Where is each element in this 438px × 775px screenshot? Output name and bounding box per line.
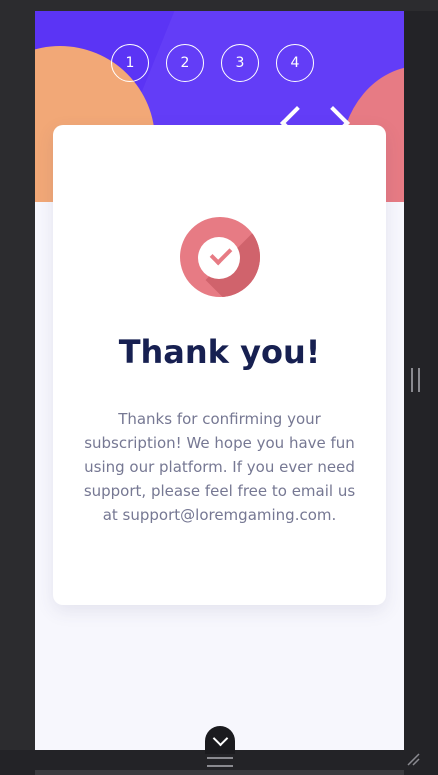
side-resize-handle[interactable] — [411, 368, 420, 392]
bottom-resize-handle[interactable] — [207, 757, 233, 767]
window-frame-left — [0, 0, 35, 775]
card-title: Thank you! — [118, 333, 321, 371]
corner-resize-grip-icon[interactable] — [406, 752, 420, 766]
card-message: Thanks for confirming your subscription!… — [83, 410, 356, 524]
mobile-viewport: 1 2 3 4 Thank you! Thanks for confirming… — [35, 11, 404, 750]
window-frame-right — [404, 0, 438, 775]
window-frame-top — [0, 0, 438, 11]
check-inner-circle — [198, 237, 240, 279]
step-2[interactable]: 2 — [166, 44, 204, 82]
step-4[interactable]: 4 — [276, 44, 314, 82]
confirmation-card: Thank you! Thanks for confirming your su… — [53, 125, 386, 605]
check-circle-icon — [180, 217, 260, 297]
checkmark-icon — [209, 242, 233, 266]
step-3[interactable]: 3 — [221, 44, 259, 82]
chevron-down-icon — [212, 730, 228, 746]
step-1[interactable]: 1 — [111, 44, 149, 82]
step-indicator: 1 2 3 4 — [111, 44, 314, 82]
collapse-toggle-button[interactable] — [205, 726, 235, 754]
window-frame-bottom-edge — [35, 770, 404, 775]
